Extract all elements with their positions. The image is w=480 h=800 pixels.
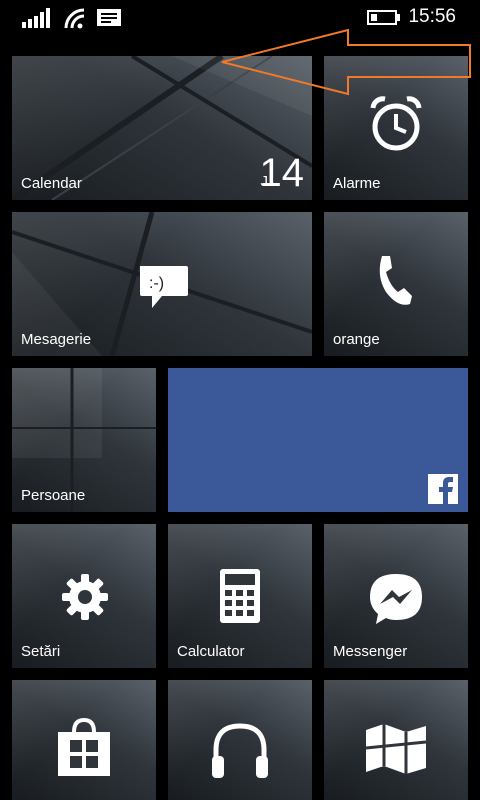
annotation-arrow: [221, 28, 471, 96]
